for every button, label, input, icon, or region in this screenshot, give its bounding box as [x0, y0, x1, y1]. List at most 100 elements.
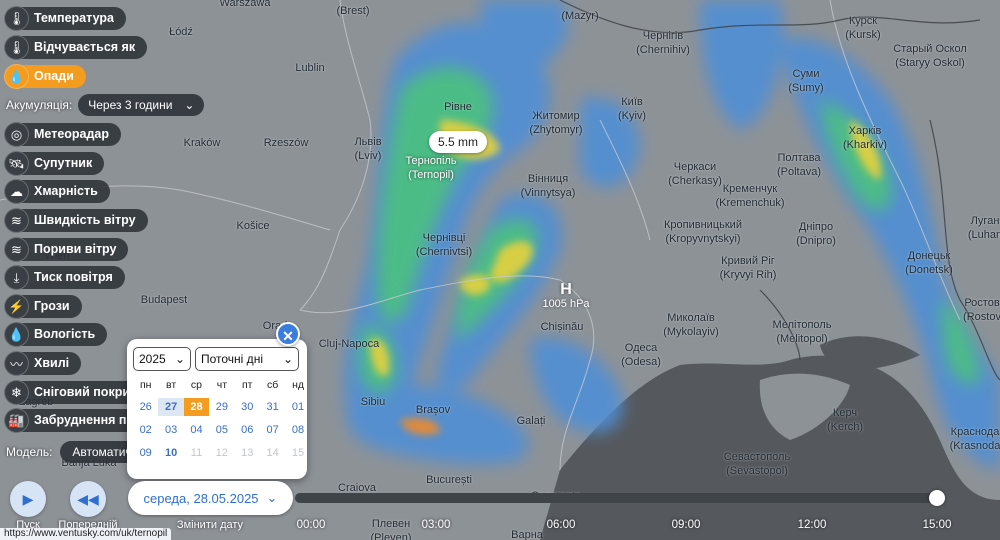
- city-label[interactable]: (Kyiv): [618, 110, 646, 123]
- city-label[interactable]: Донецьк: [908, 250, 951, 263]
- city-label[interactable]: (Staryy Oskol): [895, 57, 965, 70]
- city-label[interactable]: (Vinnytsya): [521, 187, 576, 200]
- layer-item[interactable]: 🌡 Відчувається як: [4, 35, 148, 60]
- city-label[interactable]: Galați: [517, 415, 546, 428]
- precipitation-value-label[interactable]: 5.5 mm: [429, 131, 487, 153]
- calendar-day[interactable]: 02: [133, 421, 158, 439]
- layer-item[interactable]: ❄ Сніговий покри: [4, 380, 143, 405]
- city-label[interactable]: (Lviv): [355, 150, 382, 163]
- city-label[interactable]: Кременчук: [723, 183, 777, 196]
- city-label[interactable]: Кривий Ріг: [721, 255, 775, 268]
- city-label[interactable]: (Brest): [337, 5, 370, 18]
- city-label[interactable]: Kraków: [184, 137, 221, 150]
- layer-item[interactable]: 🏭 Забруднення п: [4, 408, 139, 433]
- calendar-day[interactable]: 28: [183, 398, 210, 416]
- city-label[interactable]: (Zhytomyr): [529, 124, 582, 137]
- calendar-day[interactable]: 30: [235, 398, 260, 416]
- city-label[interactable]: Житомир: [532, 110, 579, 123]
- layer-item[interactable]: ⚡ Грози: [4, 294, 82, 319]
- calendar-day[interactable]: 31: [260, 398, 285, 416]
- city-label[interactable]: Чернігів: [643, 30, 683, 43]
- city-label[interactable]: Rzeszów: [264, 137, 309, 150]
- calendar-day[interactable]: 26: [133, 398, 158, 416]
- city-label[interactable]: Warszawa: [220, 0, 271, 10]
- city-label[interactable]: Вінниця: [528, 173, 568, 186]
- city-label[interactable]: Cluj-Napoca: [319, 338, 380, 351]
- city-label[interactable]: Одеса: [625, 342, 657, 355]
- city-label[interactable]: (Luhan: [968, 229, 1000, 242]
- timeline-handle[interactable]: [929, 490, 945, 506]
- calendar-day[interactable]: 05: [209, 421, 234, 439]
- city-label[interactable]: Дніпро: [799, 221, 833, 234]
- city-label[interactable]: (Melitopol): [776, 333, 827, 346]
- city-label[interactable]: Рівне: [444, 101, 472, 114]
- city-label[interactable]: Тернопіль: [405, 155, 456, 168]
- year-select[interactable]: 2025 ⌄: [133, 347, 191, 371]
- city-label[interactable]: (Kursk): [845, 29, 880, 42]
- play-button[interactable]: ▶: [10, 481, 46, 517]
- city-label[interactable]: (Dnipro): [796, 235, 836, 248]
- city-label[interactable]: (Kropyvnytskyi): [665, 233, 740, 246]
- layer-item[interactable]: 〰 Хвилі: [4, 351, 82, 376]
- city-label[interactable]: (Poltava): [777, 166, 821, 179]
- layer-item[interactable]: ⤓ Тиск повітря: [4, 265, 125, 290]
- calendar-day[interactable]: 08: [285, 421, 310, 439]
- city-label[interactable]: Чернівці: [423, 232, 466, 245]
- city-label[interactable]: (Ternopil): [408, 169, 454, 182]
- layer-item[interactable]: 💧 Опади: [4, 64, 86, 89]
- city-label[interactable]: Brașov: [416, 404, 450, 417]
- calendar-day[interactable]: 07: [260, 421, 285, 439]
- city-label[interactable]: Кропивницький: [664, 219, 742, 232]
- layer-item[interactable]: ≋ Швидкість вітру: [4, 208, 148, 233]
- city-label[interactable]: Chișinău: [541, 321, 584, 334]
- city-label[interactable]: Ростов: [964, 297, 999, 310]
- city-label[interactable]: Харків: [849, 125, 882, 138]
- city-label[interactable]: (Kharkiv): [843, 139, 887, 152]
- city-label[interactable]: Lublin: [295, 62, 324, 75]
- city-label[interactable]: (Kremenchuk): [715, 197, 784, 210]
- calendar-day[interactable]: 10: [158, 444, 183, 462]
- city-label[interactable]: Суми: [792, 68, 819, 81]
- calendar-day[interactable]: 06: [235, 421, 260, 439]
- layer-item[interactable]: 🛰 Супутник: [4, 151, 105, 176]
- timeline-track[interactable]: [295, 493, 940, 503]
- previous-button[interactable]: ◀◀: [70, 481, 106, 517]
- city-label[interactable]: Керч: [833, 407, 857, 420]
- city-label[interactable]: Миколаїв: [667, 312, 715, 325]
- layer-item[interactable]: ≋ Пориви вітру: [4, 237, 129, 262]
- city-label[interactable]: (Donetsk): [905, 264, 953, 277]
- calendar-day[interactable]: 29: [209, 398, 234, 416]
- city-label[interactable]: Košice: [236, 220, 269, 233]
- city-label[interactable]: Київ: [621, 96, 642, 109]
- city-label[interactable]: Севастополь: [724, 451, 790, 464]
- city-label[interactable]: (Sevastopol): [726, 465, 788, 478]
- city-label[interactable]: (Cherkasy): [668, 175, 722, 188]
- city-label[interactable]: (Rostov: [963, 311, 1000, 324]
- city-label[interactable]: Мелітополь: [773, 319, 832, 332]
- city-label[interactable]: (Kerch): [827, 421, 863, 434]
- city-label[interactable]: Черкаси: [674, 161, 716, 174]
- close-calendar-button[interactable]: ✕: [276, 322, 300, 346]
- city-label[interactable]: (Mazyr): [561, 10, 598, 23]
- layer-item[interactable]: ☁ Хмарність: [4, 179, 110, 204]
- calendar-day[interactable]: 04: [184, 421, 209, 439]
- city-label[interactable]: Полтава: [777, 152, 820, 165]
- calendar-day[interactable]: 09: [133, 444, 158, 462]
- range-select[interactable]: Поточні дні ⌄: [195, 347, 299, 371]
- city-label[interactable]: Старый Оскол: [893, 43, 967, 56]
- calendar-day[interactable]: 27: [158, 398, 184, 416]
- calendar-day[interactable]: 03: [158, 421, 183, 439]
- layer-item[interactable]: 💧 Вологість: [4, 322, 108, 347]
- city-label[interactable]: Budapest: [141, 294, 187, 307]
- city-label[interactable]: Краснода: [951, 426, 1000, 439]
- city-label[interactable]: Łódź: [169, 26, 193, 39]
- city-label[interactable]: Курск: [849, 15, 877, 28]
- calendar-day[interactable]: 01: [285, 398, 310, 416]
- city-label[interactable]: (Sumy): [788, 82, 823, 95]
- city-label[interactable]: (Mykolayiv): [663, 326, 719, 339]
- city-label[interactable]: (Kryvyi Rih): [720, 269, 777, 282]
- accumulation-select[interactable]: Через 3 години ⌄: [78, 94, 205, 116]
- city-label[interactable]: Львів: [354, 136, 381, 149]
- city-label[interactable]: (Odesa): [621, 356, 661, 369]
- layer-item[interactable]: 🌡 Температура: [4, 6, 126, 31]
